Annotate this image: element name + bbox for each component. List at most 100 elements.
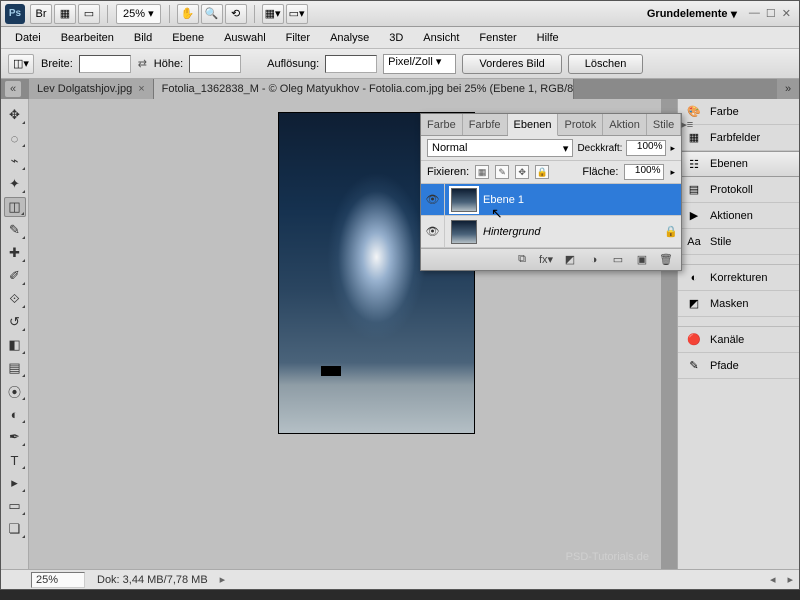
panel-menu-icon[interactable]: ▸≡ [681,114,693,135]
rotate-view-shortcut[interactable]: ⟲ [225,4,247,24]
close-button[interactable]: ✕ [782,7,791,20]
bridge-button[interactable]: Br [30,4,52,24]
dock-tab[interactable]: AaStile [678,229,799,255]
minimize-button[interactable]: — [749,7,760,20]
dodge-tool[interactable]: ◐ [4,404,26,424]
crop-resolution-input[interactable] [325,55,377,73]
blur-tool[interactable]: ⦿ [4,381,26,401]
dock-tab-label: Aktionen [710,210,753,222]
menu-item[interactable]: Bild [124,30,162,46]
dock-tab[interactable]: ☷Ebenen [677,151,799,177]
quick-select-tool[interactable]: ✦ [4,174,26,194]
move-tool[interactable]: ✥ [4,105,26,125]
menu-item[interactable]: Datei [5,30,51,46]
panel-tab[interactable]: Farbe [421,114,463,135]
dock-tab[interactable]: 🔴Kanäle [678,327,799,353]
document-tab[interactable]: Lev Dolgatshjov.jpg × [29,79,154,99]
dock-tab[interactable]: ◩Masken [678,291,799,317]
layer-thumbnail[interactable] [451,188,477,212]
group-icon[interactable]: ▭ [609,252,627,268]
arrange-docs-button[interactable]: ▦▾ [262,4,284,24]
hand-tool-shortcut[interactable]: ✋ [177,4,199,24]
lasso-tool[interactable]: ⌁ [4,151,26,171]
menu-item[interactable]: Hilfe [527,30,569,46]
eraser-tool[interactable]: ◧ [4,335,26,355]
fill-input[interactable]: 100% [624,164,664,180]
panel-tab[interactable]: Farbfe [463,114,508,135]
tab-overflow-button[interactable]: » [777,79,799,99]
pen-tool[interactable]: ✒ [4,427,26,447]
healing-tool[interactable]: ✚ [4,243,26,263]
blend-mode-select[interactable]: Normal▾ [427,139,573,157]
layer-mask-icon[interactable]: ◩ [561,252,579,268]
menu-item[interactable]: 3D [379,30,413,46]
crop-tool[interactable]: ◫ [4,197,26,217]
stamp-tool[interactable]: ⟐ [4,289,26,309]
layer-row[interactable]: 👁Hintergrund🔒 [421,216,681,248]
crop-width-input[interactable] [79,55,131,73]
panel-tab[interactable]: Ebenen [508,114,559,136]
menu-item[interactable]: Fenster [469,30,526,46]
view-arrange-button[interactable]: ▭ [78,4,100,24]
dock-tab[interactable]: ▦Farbfelder [678,125,799,151]
adjustment-layer-icon[interactable]: ◑ [585,252,603,268]
layer-name[interactable]: Hintergrund [483,226,661,238]
resolution-unit-select[interactable]: Pixel/Zoll ▾ [383,54,456,74]
lock-transparency-icon[interactable]: ▦ [475,165,489,179]
eyedropper-tool[interactable]: ✎ [4,220,26,240]
front-image-button[interactable]: Vorderes Bild [462,54,561,74]
brush-tool[interactable]: ✐ [4,266,26,286]
layer-name[interactable]: Ebene 1 [483,194,661,206]
dock-tab[interactable]: ◐Korrekturen [678,265,799,291]
history-brush-tool[interactable]: ↺ [4,312,26,332]
fx-menu-icon[interactable]: fx▾ [537,252,555,268]
zoom-level-dropdown[interactable]: 25% ▾ [116,4,161,24]
collapse-left-icon[interactable]: « [5,81,21,97]
visibility-toggle[interactable]: 👁 [421,184,445,215]
shape-tool[interactable]: ▭ [4,496,26,516]
dock-tab[interactable]: ▶Aktionen [678,203,799,229]
crop-height-input[interactable] [189,55,241,73]
crop-tool-icon[interactable]: ◫▾ [8,54,34,74]
visibility-toggle[interactable]: 👁 [421,216,445,247]
type-tool[interactable]: T [4,450,26,470]
status-zoom[interactable]: 25% [31,572,85,588]
close-icon[interactable]: × [138,83,144,95]
view-extras-button[interactable]: ▦ [54,4,76,24]
menu-item[interactable]: Ansicht [413,30,469,46]
workspace-switcher[interactable]: Grundelemente ▾ [639,7,745,21]
dock-tab[interactable]: ▤Protokoll [678,177,799,203]
scroll-left-icon[interactable]: ◂ [770,573,776,586]
lock-position-icon[interactable]: ✥ [515,165,529,179]
scroll-right-icon[interactable]: ▸ [787,573,793,586]
panel-tab[interactable]: Protok [558,114,603,135]
screen-mode-button[interactable]: ▭▾ [286,4,308,24]
opacity-input[interactable]: 100% [626,140,666,156]
document-tab[interactable]: Fotolia_1362838_M - © Oleg Matyukhov - F… [154,79,574,99]
lock-pixels-icon[interactable]: ✎ [495,165,509,179]
panel-tab[interactable]: Stile [647,114,681,135]
dock-tab[interactable]: ✎Pfade [678,353,799,379]
menu-item[interactable]: Filter [276,30,320,46]
lock-all-icon[interactable]: 🔒 [535,165,549,179]
delete-layer-icon[interactable]: 🗑 [657,252,675,268]
menu-item[interactable]: Auswahl [214,30,276,46]
new-layer-icon[interactable]: ▣ [633,252,651,268]
3d-tool[interactable]: ❏ [4,519,26,539]
dock-tab[interactable]: 🎨Farbe [678,99,799,125]
marquee-tool[interactable]: ◌ [4,128,26,148]
menu-item[interactable]: Bearbeiten [51,30,124,46]
gradient-tool[interactable]: ▤ [4,358,26,378]
menu-item[interactable]: Ebene [162,30,214,46]
clear-button[interactable]: Löschen [568,54,644,74]
path-select-tool[interactable]: ▸ [4,473,26,493]
layer-thumbnail[interactable] [451,220,477,244]
menu-item[interactable]: Analyse [320,30,379,46]
maximize-button[interactable]: ☐ [766,7,776,20]
zoom-tool-shortcut[interactable]: 🔍 [201,4,223,24]
swap-dims-icon[interactable]: ⇄ [137,57,148,70]
layer-row[interactable]: 👁 Ebene 1 [421,184,681,216]
panel-tab[interactable]: Aktion [603,114,647,135]
link-layers-icon[interactable]: ⧉ [513,252,531,268]
status-menu-icon[interactable]: ▸ [220,573,226,586]
